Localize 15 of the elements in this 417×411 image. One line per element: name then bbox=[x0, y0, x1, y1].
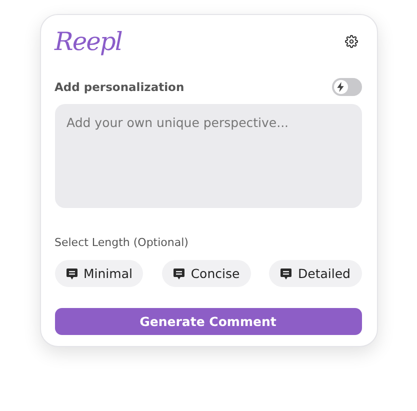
comment-icon bbox=[172, 268, 185, 280]
toggle-switch[interactable] bbox=[332, 78, 362, 96]
settings-button[interactable] bbox=[344, 34, 358, 48]
logo: Reepl bbox=[54, 26, 122, 56]
length-option[interactable]: Concise bbox=[162, 260, 251, 287]
comment-icon bbox=[280, 268, 292, 280]
comment-icon bbox=[66, 268, 78, 280]
lightning-icon bbox=[336, 82, 345, 92]
perspective-field[interactable]: Add your own unique perspective... bbox=[54, 104, 362, 208]
section-label: Select Length (Optional) bbox=[54, 236, 190, 249]
section-label: Add personalization bbox=[54, 80, 184, 94]
settings-icon bbox=[344, 34, 358, 48]
length-option[interactable]: Minimal bbox=[54, 260, 144, 287]
length-option[interactable]: Detailed bbox=[269, 260, 362, 287]
generate-comment-button[interactable]: Generate Comment bbox=[54, 308, 362, 335]
